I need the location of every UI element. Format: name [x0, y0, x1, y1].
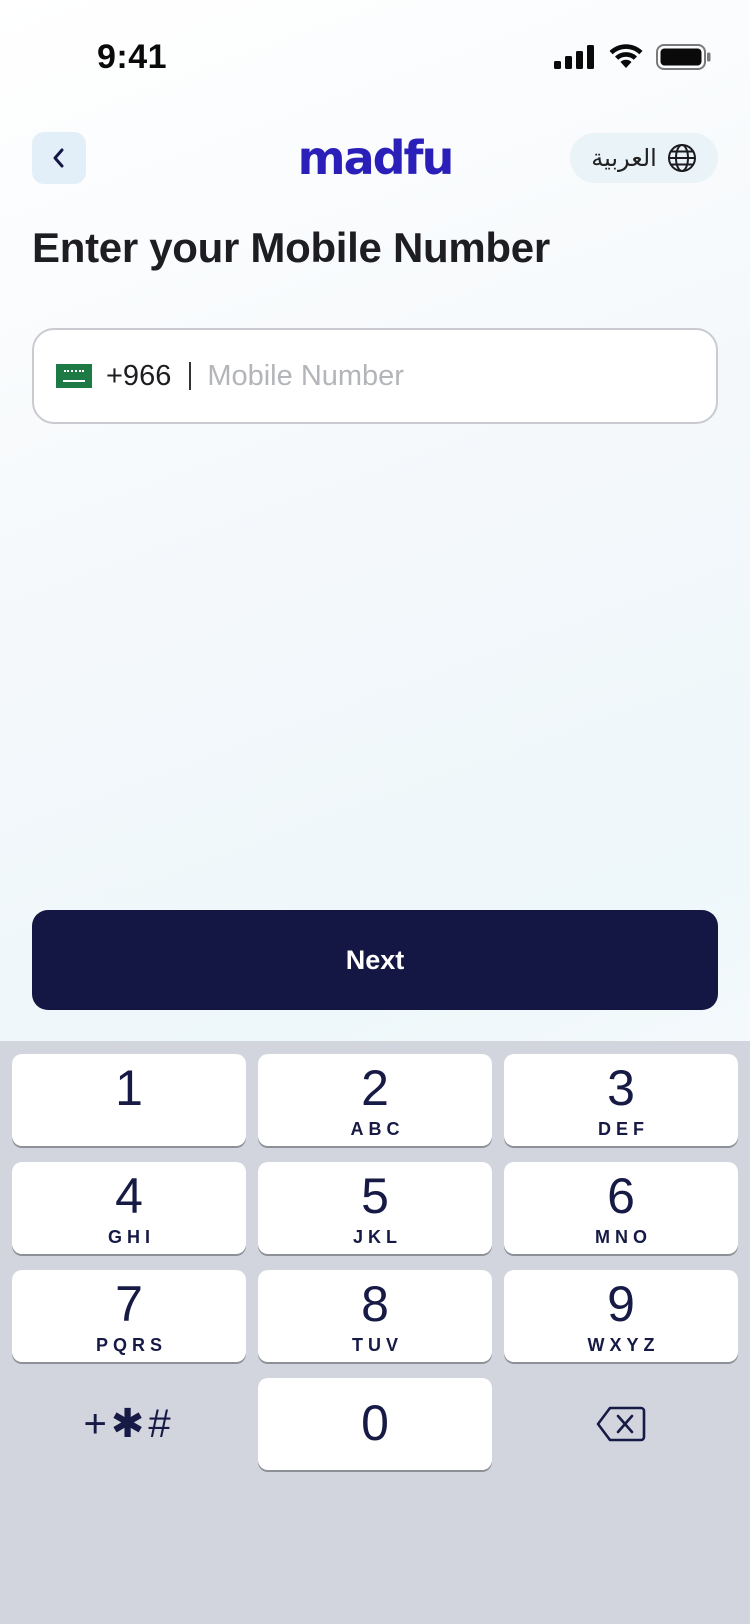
text-cursor [189, 362, 192, 390]
numeric-keypad: 1 2 ABC 3 DEF 4 GHI 5 JKL 6 MNO 7 PQRS 8… [0, 1041, 750, 1624]
back-button[interactable] [32, 132, 86, 184]
symbols-key[interactable]: +✱# [12, 1378, 246, 1470]
mobile-number-input[interactable] [207, 359, 648, 393]
key-5[interactable]: 5 JKL [258, 1162, 492, 1254]
backspace-icon [596, 1406, 646, 1442]
country-code[interactable]: +966 [106, 360, 171, 393]
phone-number-field[interactable]: +966 [32, 328, 718, 424]
globe-icon [667, 144, 696, 172]
wifi-icon [609, 44, 643, 68]
key-4[interactable]: 4 GHI [12, 1162, 246, 1254]
header: madfu العربية [0, 130, 750, 188]
page-title: Enter your Mobile Number [32, 224, 550, 271]
delete-key[interactable] [504, 1378, 738, 1470]
language-label: العربية [591, 144, 657, 172]
symbols-label: +✱# [83, 1402, 175, 1446]
key-3[interactable]: 3 DEF [504, 1054, 738, 1146]
battery-icon [656, 44, 711, 70]
status-bar: 9:41 [0, 0, 750, 120]
key-6[interactable]: 6 MNO [504, 1162, 738, 1254]
key-1[interactable]: 1 [12, 1054, 246, 1146]
key-7[interactable]: 7 PQRS [12, 1270, 246, 1362]
madfu-logo: madfu [280, 132, 470, 184]
key-0[interactable]: 0 [258, 1378, 492, 1470]
key-2[interactable]: 2 ABC [258, 1054, 492, 1146]
chevron-left-icon [53, 148, 64, 168]
saudi-flag-icon [56, 364, 92, 388]
next-button[interactable]: Next [32, 910, 718, 1010]
cellular-signal-icon [554, 45, 594, 69]
logo-text: madfu [297, 131, 455, 185]
status-time: 9:41 [97, 38, 168, 76]
status-icons [554, 44, 712, 70]
key-9[interactable]: 9 WXYZ [504, 1270, 738, 1362]
key-8[interactable]: 8 TUV [258, 1270, 492, 1362]
language-toggle-button[interactable]: العربية [570, 133, 718, 183]
